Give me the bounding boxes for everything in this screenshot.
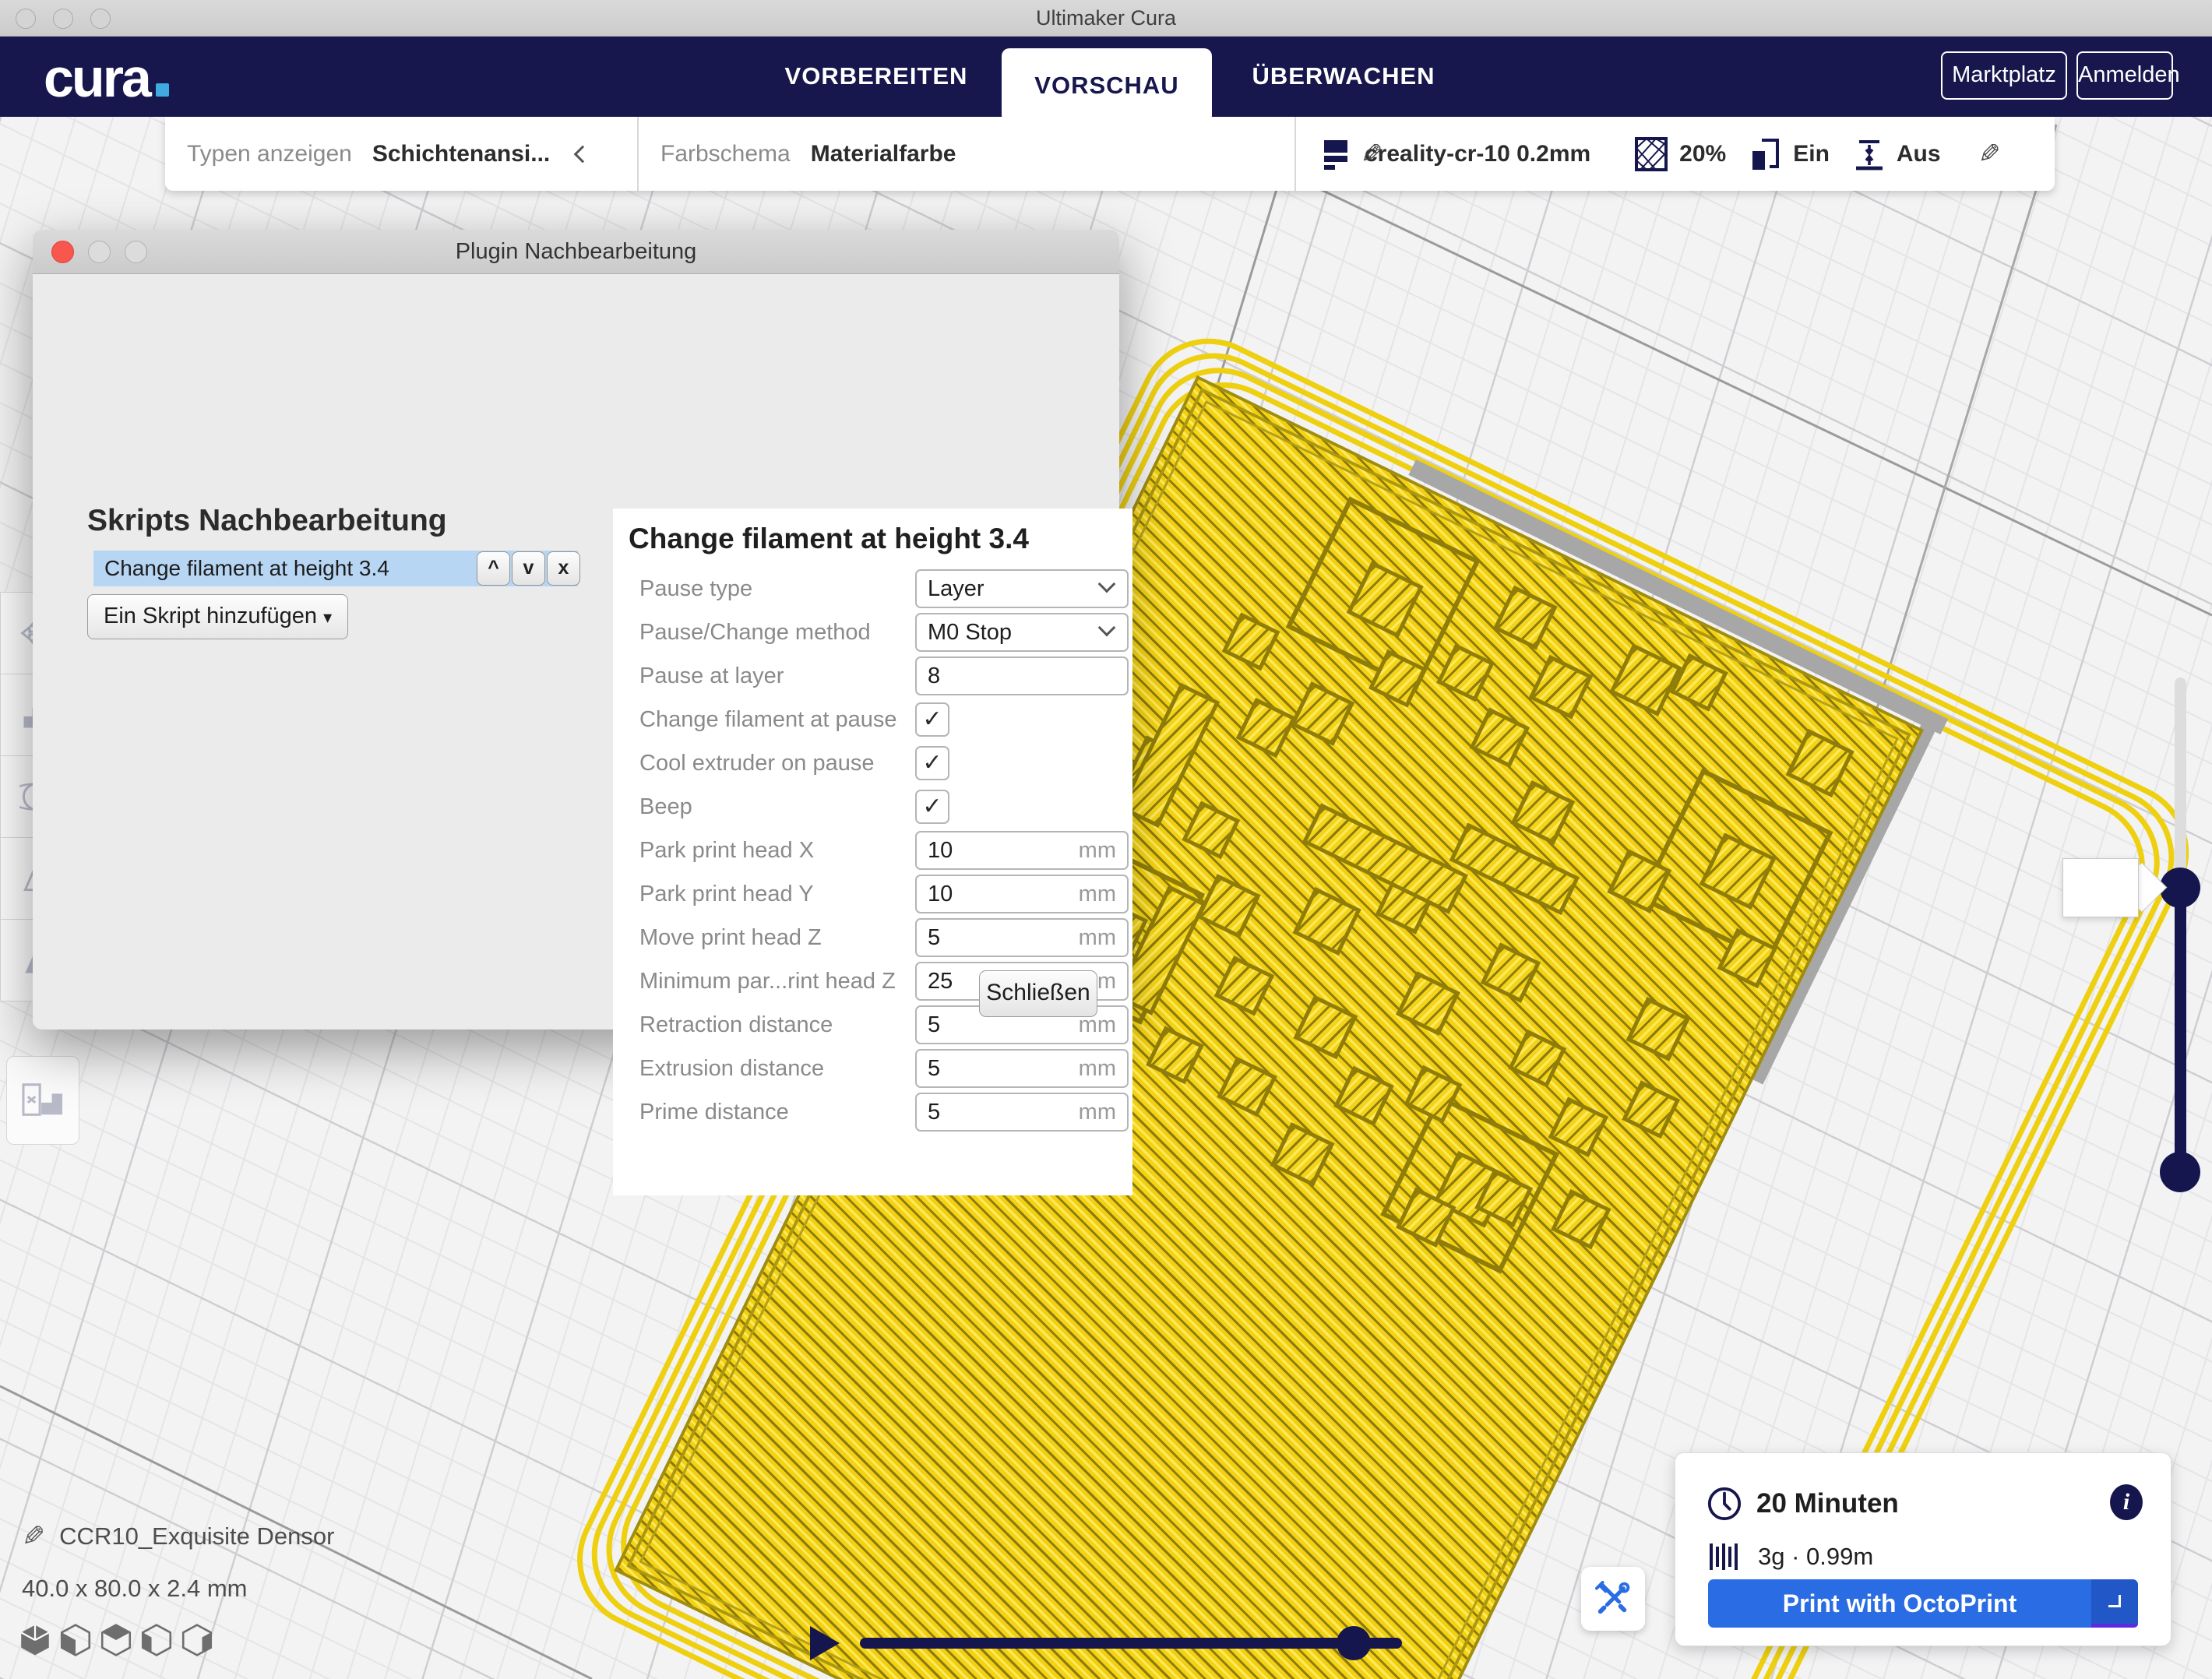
park-y-input[interactable]: 10mm <box>915 875 1129 913</box>
color-scheme-selector[interactable]: Farbschema Materialfarbe ✎ <box>639 117 1294 191</box>
pause-type-select[interactable]: Layer <box>915 569 1129 608</box>
extrusion-distance-input[interactable]: 5mm <box>915 1049 1129 1088</box>
setting-row: Extrusion distance 5mm <box>613 1049 1132 1088</box>
timeline-handle[interactable] <box>1337 1626 1371 1660</box>
add-script-dropdown-button[interactable]: Ein Skript hinzufügen▾ <box>87 594 348 639</box>
color-scheme-value: Materialfarbe <box>811 141 956 167</box>
view-3d-button[interactable] <box>19 1624 51 1656</box>
setting-row: Cool extruder on pause ✓ <box>613 744 1132 783</box>
view-left-button[interactable] <box>141 1624 172 1656</box>
adhesion-icon <box>1853 136 1886 173</box>
infill-value: 20% <box>1679 141 1726 167</box>
tab-vorbereiten[interactable]: VORBEREITEN <box>763 36 989 117</box>
move-z-input[interactable]: 5mm <box>915 918 1129 957</box>
cura-logo: cura <box>44 47 169 109</box>
park-x-input[interactable]: 10mm <box>915 831 1129 870</box>
model-name: CCR10_Exquisite Densor <box>59 1522 334 1551</box>
print-time-estimate: 20 Minuten <box>1756 1488 1899 1519</box>
remove-script-button[interactable]: x <box>547 551 580 586</box>
support-stat: Ein <box>1749 136 1830 173</box>
view-options-toolbar: Typen anzeigen Schichtenansi... Farbsche… <box>165 117 2055 191</box>
tab-vorschau[interactable]: VORSCHAU <box>1002 48 1212 123</box>
layer-slider-range[interactable] <box>2175 888 2186 1172</box>
layer-slider-track[interactable] <box>2175 678 2186 888</box>
pause-method-select[interactable]: M0 Stop <box>915 613 1129 652</box>
simulation-timeline-slider[interactable] <box>860 1638 1402 1649</box>
view-top-button[interactable] <box>100 1624 132 1656</box>
dialog-titlebar[interactable]: Plugin Nachbearbeitung <box>33 230 1119 274</box>
support-value: Ein <box>1793 141 1830 167</box>
pause-at-layer-input[interactable]: 8 <box>915 656 1129 695</box>
model-dimensions: 40.0 x 80.0 x 2.4 mm <box>22 1575 334 1603</box>
adhesion-stat: Aus <box>1853 136 1941 173</box>
tab-ueberwachen[interactable]: ÜBERWACHEN <box>1231 36 1456 117</box>
chevron-down-icon <box>1098 619 1116 637</box>
color-scheme-label: Farbschema <box>660 141 791 167</box>
view-type-value: Schichtenansi... <box>372 141 550 167</box>
marketplace-button[interactable]: Marktplatz <box>1941 51 2067 100</box>
change-filament-checkbox[interactable]: ✓ <box>915 702 949 737</box>
post-processing-dialog: Plugin Nachbearbeitung Skripts Nachbearb… <box>33 230 1119 1030</box>
edit-print-settings-icon[interactable]: ✎ <box>1978 139 2001 170</box>
close-dialog-button[interactable]: Schließen <box>979 970 1097 1017</box>
print-info-card: 20 Minuten i 3g · 0.99m Print with OctoP… <box>1675 1452 2171 1646</box>
material-usage-value: 3g · 0.99m <box>1758 1543 1873 1571</box>
setting-row: Park print head X 10mm <box>613 831 1132 870</box>
print-settings-summary[interactable]: creality-cr-10 0.2mm 20% Ein Aus ✎ <box>1296 117 2055 191</box>
info-icon[interactable]: i <box>2110 1484 2143 1520</box>
signin-button[interactable]: Anmelden <box>2076 51 2173 100</box>
dialog-title: Plugin Nachbearbeitung <box>33 230 1119 273</box>
play-simulation-button[interactable] <box>810 1626 840 1660</box>
profile-layers-icon <box>1323 137 1354 171</box>
view-type-selector[interactable]: Typen anzeigen Schichtenansi... <box>165 117 637 191</box>
setting-row: Change filament at pause ✓ <box>613 700 1132 739</box>
print-button-dropdown[interactable] <box>2091 1579 2138 1628</box>
print-button-label: Print with OctoPrint <box>1708 1579 2091 1628</box>
scripts-heading: Skripts Nachbearbeitung <box>87 504 632 538</box>
app-header: cura VORBEREITEN VORSCHAU ÜBERWACHEN Mar… <box>0 36 2212 117</box>
chevron-down-icon <box>2108 1595 2121 1607</box>
setting-row: Move print head Z 5mm <box>613 918 1132 957</box>
logo-dot <box>156 83 169 97</box>
collapse-icon[interactable] <box>574 145 592 163</box>
tool-support-blocker-button[interactable] <box>6 1056 79 1145</box>
view-right-button[interactable] <box>181 1624 213 1656</box>
model-info: ✎ CCR10_Exquisite Densor 40.0 x 80.0 x 2… <box>22 1520 334 1603</box>
support-icon <box>1749 136 1782 173</box>
window-title: Ultimaker Cura <box>0 0 2212 36</box>
printer-profile-value: creality-cr-10 0.2mm <box>1365 141 1590 167</box>
camera-view-buttons <box>19 1624 213 1656</box>
print-button[interactable]: Print with OctoPrint <box>1708 1579 2138 1628</box>
wrench-icon <box>1595 1581 1631 1617</box>
prime-distance-input[interactable]: 5mm <box>915 1093 1129 1132</box>
print-settings-tools-button[interactable] <box>1581 1567 1645 1631</box>
move-script-up-button[interactable]: ^ <box>477 551 510 586</box>
clock-icon <box>1707 1486 1742 1522</box>
setting-row: Park print head Y 10mm <box>613 875 1132 913</box>
cool-extruder-checkbox[interactable]: ✓ <box>915 746 949 780</box>
rename-model-pencil-icon[interactable]: ✎ <box>22 1520 45 1553</box>
infill-stat: 20% <box>1634 136 1726 173</box>
script-settings-panel: Change filament at height 3.4 Pause type… <box>613 509 1132 1195</box>
setting-row: Pause at layer 8 <box>613 656 1132 695</box>
setting-row: Pause type Layer <box>613 569 1132 608</box>
view-type-label: Typen anzeigen <box>187 141 352 167</box>
setting-row: Beep ✓ <box>613 787 1132 826</box>
infill-icon <box>1634 136 1668 173</box>
adhesion-value: Aus <box>1897 141 1941 167</box>
macos-titlebar: Ultimaker Cura <box>0 0 2212 37</box>
chevron-down-icon <box>1098 576 1116 593</box>
script-name: Change filament at height 3.4 <box>104 556 389 581</box>
script-settings-heading: Change filament at height 3.4 <box>629 523 1029 555</box>
caret-down-icon: ▾ <box>323 607 332 627</box>
material-usage-icon <box>1708 1540 1742 1573</box>
beep-checkbox[interactable]: ✓ <box>915 790 949 824</box>
view-front-button[interactable] <box>60 1624 91 1656</box>
current-layer-flag <box>2062 858 2139 917</box>
setting-row: Prime distance 5mm <box>613 1093 1132 1132</box>
move-script-down-button[interactable]: v <box>512 551 545 586</box>
edit-pencil-icon[interactable]: ✎ <box>1361 139 1383 170</box>
layer-slider-lower-handle[interactable] <box>2160 1152 2200 1192</box>
setting-row: Pause/Change method M0 Stop <box>613 613 1132 652</box>
